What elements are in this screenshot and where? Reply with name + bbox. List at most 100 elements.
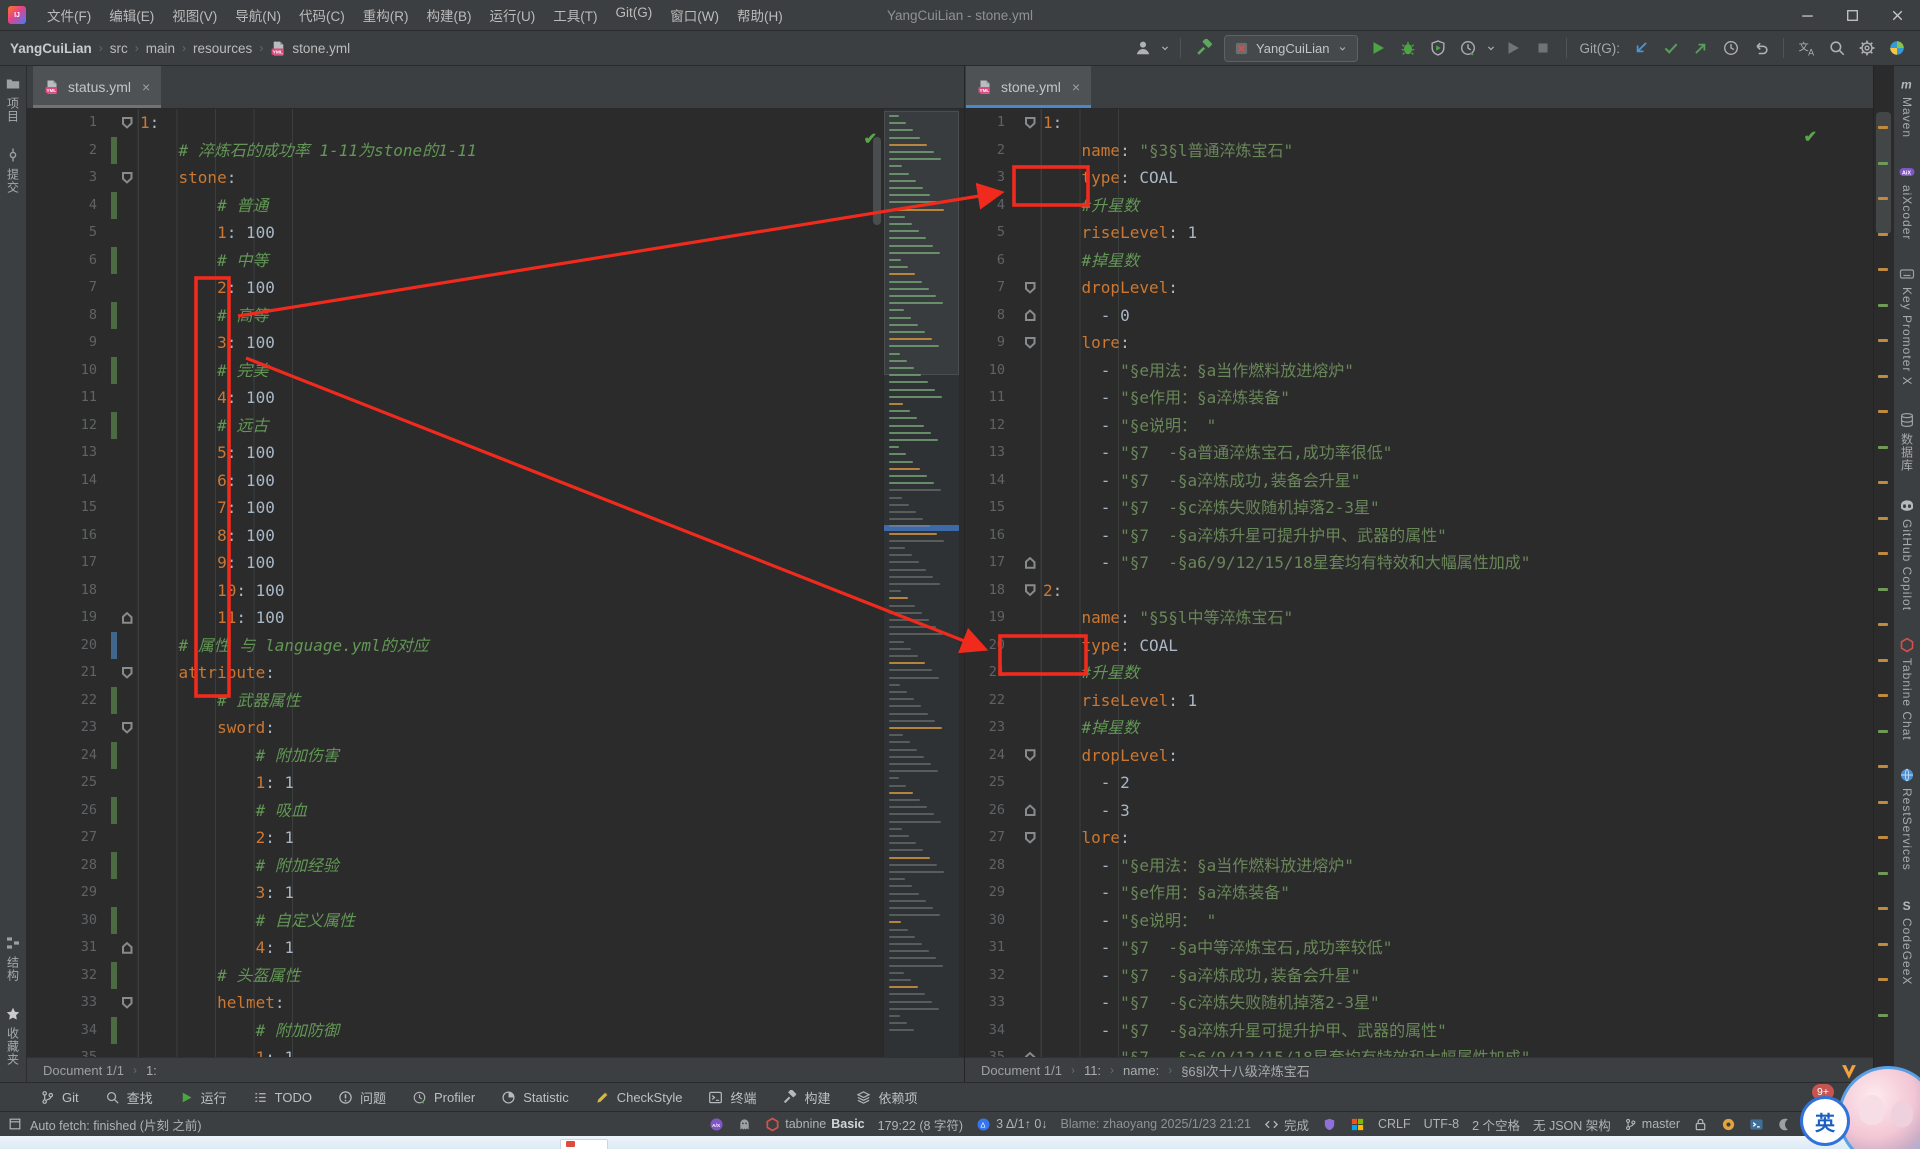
gutter-fold-column[interactable] — [117, 769, 137, 797]
fold-up-icon[interactable] — [1024, 309, 1036, 322]
run-configuration-select[interactable]: YangCuiLian — [1224, 34, 1358, 62]
breadcrumb-item[interactable]: src — [110, 41, 128, 56]
gutter-fold-column[interactable] — [117, 1017, 137, 1045]
gutter-fold-column[interactable] — [117, 577, 137, 605]
gutter-fold-column[interactable] — [1020, 192, 1040, 220]
sidebar-item-RestServices[interactable]: RestServices — [1899, 767, 1916, 871]
gutter-fold-column[interactable] — [1020, 357, 1040, 385]
menu-item[interactable]: 编辑(E) — [100, 1, 163, 29]
breadcrumb-item[interactable]: 11: — [1084, 1063, 1101, 1078]
gutter-fold-column[interactable] — [117, 109, 137, 137]
gutter-fold-column[interactable] — [1020, 274, 1040, 302]
fold-up-icon[interactable] — [121, 941, 133, 954]
fold-up-icon[interactable] — [1024, 556, 1036, 569]
sidebar-item-GitHub Copilot[interactable]: GitHub Copilot — [1899, 498, 1916, 611]
gutter-fold-column[interactable] — [117, 632, 137, 660]
codegeex-status[interactable]: 完成 — [1264, 1115, 1309, 1134]
gutter-fold-column[interactable] — [1020, 797, 1040, 825]
gutter-fold-column[interactable] — [1020, 522, 1040, 550]
gutter-fold-column[interactable] — [117, 852, 137, 880]
sidebar-item-数据库[interactable]: 数据库 — [1899, 412, 1916, 472]
settings-button[interactable] — [1853, 35, 1880, 61]
git-update-button[interactable] — [1627, 35, 1654, 61]
plugin-button[interactable] — [1883, 35, 1910, 61]
gutter-fold-column[interactable] — [117, 962, 137, 990]
gutter-fold-column[interactable] — [1020, 632, 1040, 660]
git-commit-button[interactable] — [1657, 35, 1684, 61]
gutter-fold-column[interactable] — [1020, 769, 1040, 797]
gutter-fold-column[interactable] — [117, 302, 137, 330]
scrollbar-thumb[interactable] — [1876, 112, 1891, 234]
toolwindow-button-终端[interactable]: 终端 — [698, 1086, 766, 1109]
gutter-fold-column[interactable] — [1020, 412, 1040, 440]
run-button[interactable] — [1365, 35, 1392, 61]
tab-stone-yml[interactable]: YML stone.yml × — [966, 66, 1092, 108]
indent-selector[interactable]: 2 个空格 — [1472, 1115, 1520, 1134]
menu-item[interactable]: 工具(T) — [544, 1, 606, 29]
scrollbar-vertical[interactable] — [872, 109, 882, 1057]
gutter-fold-column[interactable] — [1020, 137, 1040, 165]
breadcrumb-item[interactable]: Document 1/1 — [43, 1063, 124, 1078]
gutter-fold-column[interactable] — [117, 659, 137, 687]
minimap[interactable] — [883, 109, 959, 1057]
gutter-fold-column[interactable] — [117, 824, 137, 852]
search-everywhere-button[interactable] — [1823, 35, 1850, 61]
gutter-fold-column[interactable] — [117, 137, 137, 165]
gutter-fold-column[interactable] — [1020, 907, 1040, 935]
fold-up-icon[interactable] — [1024, 804, 1036, 817]
gutter-fold-column[interactable] — [1020, 164, 1040, 192]
close-button[interactable] — [1875, 0, 1920, 30]
gutter-fold-column[interactable] — [1020, 962, 1040, 990]
gutter-fold-column[interactable] — [117, 329, 137, 357]
tab-status-yml[interactable]: YML status.yml × — [33, 66, 162, 108]
memory-gear-icon[interactable] — [1721, 1117, 1736, 1132]
breadcrumb-item[interactable]: name: — [1123, 1063, 1159, 1078]
gutter-fold-column[interactable] — [1020, 824, 1040, 852]
stop-button[interactable] — [1530, 35, 1557, 61]
sidebar-item-项目[interactable]: 项目 — [5, 76, 22, 123]
toolwindow-button-TODO[interactable]: TODO — [243, 1088, 322, 1107]
schema-selector[interactable]: 无 JSON 架构 — [1533, 1115, 1611, 1134]
gutter-fold-column[interactable] — [1020, 549, 1040, 577]
tab-close-icon[interactable]: × — [1072, 79, 1080, 95]
git-push-button[interactable] — [1687, 35, 1714, 61]
gutter-fold-column[interactable] — [117, 1044, 137, 1057]
gutter-fold-column[interactable] — [117, 439, 137, 467]
menu-item[interactable]: 运行(U) — [481, 1, 545, 29]
editor-breadcrumb-left[interactable]: Document 1/1 › 1: — [27, 1057, 964, 1082]
gutter-fold-column[interactable] — [1020, 879, 1040, 907]
menu-item[interactable]: 导航(N) — [226, 1, 290, 29]
gutter-fold-column[interactable] — [117, 412, 137, 440]
gutter-fold-column[interactable] — [117, 907, 137, 935]
sidebar-item-aiXcoder[interactable]: AiX aiXcoder — [1899, 164, 1916, 240]
terminal-badge-icon[interactable] — [1749, 1117, 1764, 1132]
crescent-icon[interactable] — [1777, 1117, 1792, 1132]
gutter-fold-column[interactable] — [1020, 714, 1040, 742]
translate-button[interactable]: 文A — [1793, 35, 1820, 61]
gutter-fold-column[interactable] — [1020, 467, 1040, 495]
menu-item[interactable]: 重构(R) — [354, 1, 418, 29]
violet-shield-icon[interactable] — [1322, 1117, 1337, 1132]
gutter-fold-column[interactable] — [117, 164, 137, 192]
blame-info[interactable]: Blame: zhaoyang 2025/1/23 21:21 — [1061, 1117, 1251, 1131]
gutter-fold-column[interactable] — [1020, 1017, 1040, 1045]
ime-indicator[interactable]: 英 — [1800, 1096, 1850, 1146]
fold-down-icon[interactable] — [121, 996, 133, 1009]
gutter-fold-column[interactable] — [1020, 109, 1040, 137]
minimize-button[interactable] — [1785, 0, 1830, 30]
fold-down-icon[interactable] — [1024, 116, 1036, 129]
sidebar-item-提交[interactable]: 提交 — [5, 147, 22, 194]
gutter-fold-column[interactable] — [1020, 384, 1040, 412]
gutter-fold-column[interactable] — [1020, 1044, 1040, 1057]
gutter-fold-column[interactable] — [1020, 302, 1040, 330]
lock-icon[interactable] — [1693, 1117, 1708, 1132]
gutter-fold-column[interactable] — [1020, 659, 1040, 687]
gutter-fold-column[interactable] — [117, 247, 137, 275]
menu-item[interactable]: 构建(B) — [418, 1, 481, 29]
fold-down-icon[interactable] — [121, 666, 133, 679]
fold-down-icon[interactable] — [121, 116, 133, 129]
toolwindow-button-Profiler[interactable]: Profiler — [402, 1088, 485, 1107]
ghost-icon[interactable] — [737, 1117, 752, 1132]
toolwindow-button-Git[interactable]: Git — [30, 1088, 89, 1107]
gutter-fold-column[interactable] — [117, 742, 137, 770]
